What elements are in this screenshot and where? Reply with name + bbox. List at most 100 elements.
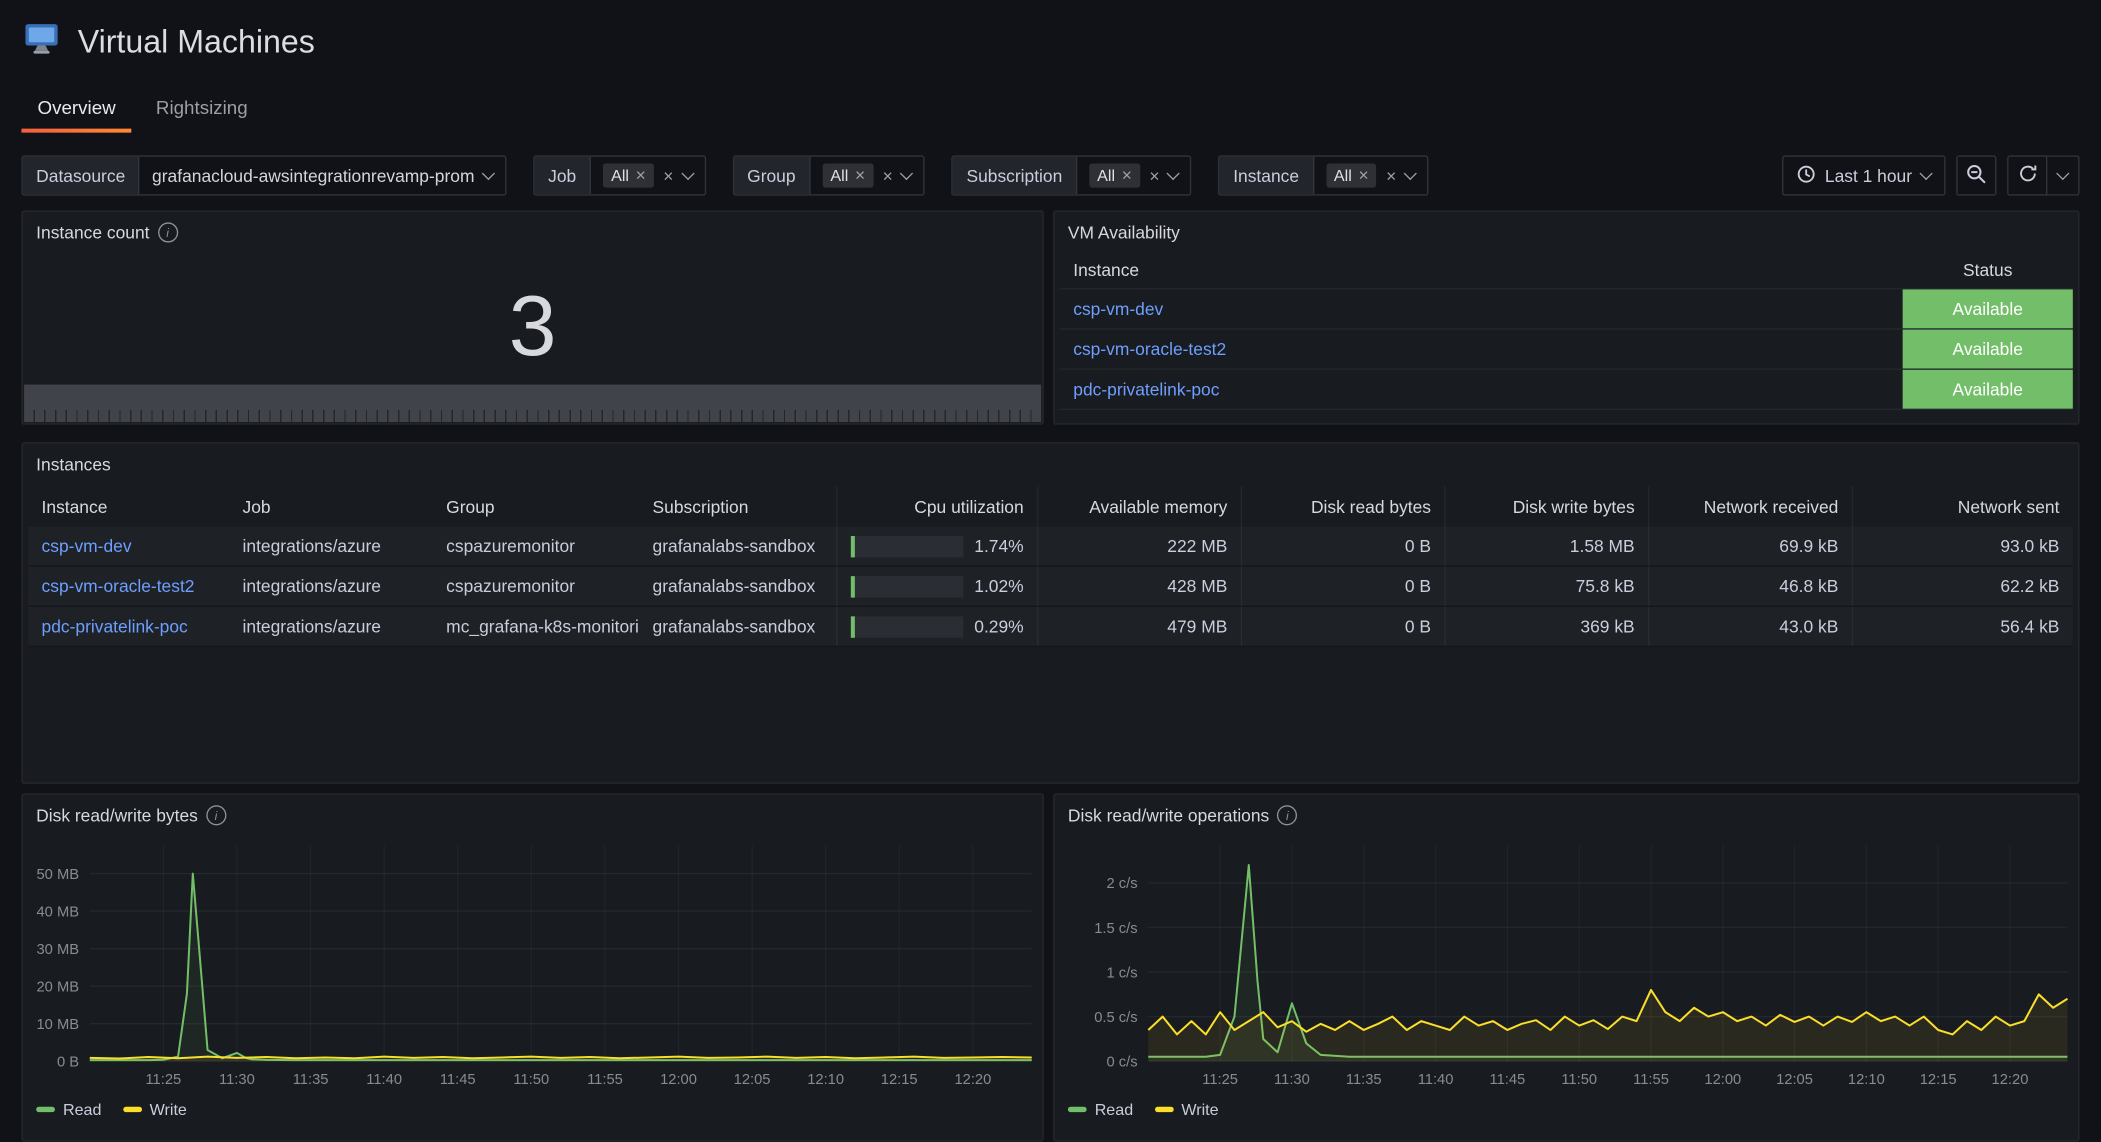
svg-text:12:15: 12:15 (881, 1072, 918, 1088)
tab-rightsizing-label: Rightsizing (156, 96, 248, 117)
filter-value: All (1097, 166, 1115, 185)
svg-text:0 c/s: 0 c/s (1106, 1055, 1137, 1071)
clear-icon[interactable]: × (1149, 167, 1159, 184)
column-header-memory[interactable]: Available memory (1037, 486, 1241, 526)
instance-link[interactable]: pdc-privatelink-poc (1073, 379, 1219, 399)
cell-net-sent: 93.0 kB (1852, 527, 2073, 566)
svg-text:12:05: 12:05 (734, 1072, 771, 1088)
chevron-down-icon (1404, 167, 1417, 180)
instance-link[interactable]: csp-vm-dev (42, 536, 132, 556)
svg-text:11:55: 11:55 (587, 1072, 623, 1088)
column-header-net-received[interactable]: Network received (1648, 486, 1852, 526)
panel-title[interactable]: Disk read/write bytes (36, 805, 198, 825)
remove-value-icon[interactable]: × (855, 167, 865, 184)
instance-link[interactable]: csp-vm-oracle-test2 (42, 576, 195, 596)
panel-title[interactable]: Instance count (36, 222, 149, 242)
column-header-cpu[interactable]: Cpu utilization (836, 486, 1037, 526)
svg-text:12:10: 12:10 (1848, 1072, 1885, 1088)
cell-net-received: 69.9 kB (1648, 527, 1852, 566)
status-badge: Available (1903, 330, 2073, 369)
panel-title[interactable]: Instances (36, 454, 111, 474)
tab-rightsizing[interactable]: Rightsizing (140, 88, 264, 132)
clear-icon[interactable]: × (663, 167, 673, 184)
time-range-picker[interactable]: Last 1 hour (1782, 155, 1946, 195)
cell-memory: 222 MB (1037, 527, 1241, 566)
disk-bytes-chart[interactable]: 50 MB40 MB30 MB20 MB10 MB0 B11:2511:3011… (33, 835, 1031, 1092)
clear-icon[interactable]: × (883, 167, 893, 184)
refresh-button[interactable] (2007, 155, 2047, 195)
info-icon[interactable]: i (1277, 805, 1297, 825)
column-header-net-sent[interactable]: Network sent (1852, 486, 2073, 526)
instance-count-value: 3 (23, 268, 1043, 383)
cpu-bar-fill (851, 616, 855, 637)
filter-value-chip[interactable]: All × (1089, 163, 1140, 188)
svg-text:12:15: 12:15 (1920, 1072, 1957, 1088)
legend-item-write[interactable]: Write (1155, 1100, 1219, 1119)
remove-value-icon[interactable]: × (636, 167, 646, 184)
filter-value-chip[interactable]: All × (822, 163, 873, 188)
chart-legend: Read Write (1068, 1100, 1219, 1119)
svg-text:10 MB: 10 MB (37, 1017, 80, 1033)
write-series-swatch (123, 1107, 142, 1112)
svg-text:12:10: 12:10 (807, 1072, 844, 1088)
filter-value-chip[interactable]: All × (1326, 163, 1377, 188)
column-header-disk-write[interactable]: Disk write bytes (1444, 486, 1648, 526)
vm-availability-table: Instance Status csp-vm-dev Available csp… (1060, 252, 2073, 410)
column-header-subscription[interactable]: Subscription (639, 486, 836, 526)
svg-text:2 c/s: 2 c/s (1106, 876, 1137, 892)
dashboard-controls: Datasource grafanacloud-awsintegrationre… (21, 155, 2079, 195)
cell-disk-write: 1.58 MB (1444, 527, 1648, 566)
cell-memory: 428 MB (1037, 567, 1241, 606)
cell-net-sent: 62.2 kB (1852, 567, 2073, 606)
cell-memory: 479 MB (1037, 607, 1241, 646)
svg-text:11:50: 11:50 (1561, 1072, 1597, 1088)
cpu-bar-track (851, 575, 964, 596)
filter-value-chip[interactable]: All × (603, 163, 654, 188)
instance-link[interactable]: csp-vm-oracle-test2 (1073, 339, 1226, 359)
svg-text:11:30: 11:30 (1274, 1072, 1310, 1088)
refresh-interval-dropdown[interactable] (2047, 155, 2079, 195)
refresh-control (2007, 155, 2079, 195)
subscription-filter[interactable]: Subscription All × × (952, 155, 1192, 195)
chevron-down-icon (1167, 167, 1180, 180)
group-filter[interactable]: Group All × × (732, 155, 925, 195)
panel-title[interactable]: Disk read/write operations (1068, 805, 1269, 825)
column-header-job[interactable]: Job (229, 486, 433, 526)
svg-text:11:45: 11:45 (1490, 1072, 1526, 1088)
chevron-down-icon (900, 167, 913, 180)
svg-text:0.5 c/s: 0.5 c/s (1094, 1010, 1137, 1026)
instance-filter[interactable]: Instance All × × (1218, 155, 1428, 195)
column-header-status[interactable]: Status (1903, 260, 2073, 280)
svg-text:0 B: 0 B (57, 1055, 79, 1071)
legend-item-write[interactable]: Write (123, 1100, 187, 1119)
chart-legend: Read Write (36, 1100, 187, 1119)
legend-item-read[interactable]: Read (36, 1100, 101, 1119)
column-header-instance[interactable]: Instance (28, 486, 229, 526)
column-header-group[interactable]: Group (433, 486, 639, 526)
cell-group: cspazuremonitor (433, 527, 639, 566)
remove-value-icon[interactable]: × (1358, 167, 1368, 184)
datasource-picker[interactable]: Datasource grafanacloud-awsintegrationre… (21, 155, 506, 195)
job-filter-label: Job (535, 157, 591, 195)
svg-text:12:00: 12:00 (660, 1072, 697, 1088)
clear-icon[interactable]: × (1386, 167, 1396, 184)
job-filter[interactable]: Job All × × (533, 155, 705, 195)
disk-ops-chart[interactable]: 2 c/s1.5 c/s1 c/s0.5 c/s0 c/s11:2511:301… (1065, 835, 2067, 1092)
column-header-instance[interactable]: Instance (1060, 260, 1903, 280)
cell-net-received: 46.8 kB (1648, 567, 1852, 606)
column-header-disk-read[interactable]: Disk read bytes (1241, 486, 1445, 526)
chevron-down-icon (1919, 167, 1932, 180)
svg-text:40 MB: 40 MB (37, 904, 80, 920)
refresh-icon (2017, 163, 2037, 187)
panel-title[interactable]: VM Availability (1068, 222, 1180, 242)
info-icon[interactable]: i (206, 805, 226, 825)
info-icon[interactable]: i (158, 222, 178, 242)
tab-overview[interactable]: Overview (21, 88, 131, 132)
instance-link[interactable]: csp-vm-dev (1073, 299, 1163, 319)
instance-link[interactable]: pdc-privatelink-poc (42, 616, 188, 636)
grafana-dashboard: Virtual Machines Overview Rightsizing Da… (0, 0, 2101, 1123)
cpu-value: 0.29% (974, 616, 1024, 636)
remove-value-icon[interactable]: × (1122, 167, 1132, 184)
zoom-out-button[interactable] (1956, 155, 1996, 195)
legend-item-read[interactable]: Read (1068, 1100, 1133, 1119)
